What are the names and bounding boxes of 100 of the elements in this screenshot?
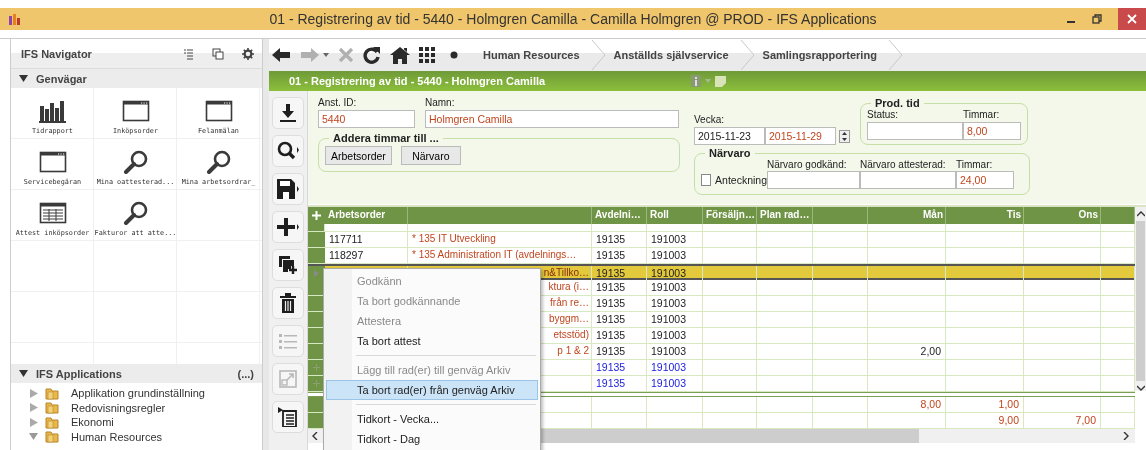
windows-icon[interactable] (212, 47, 224, 60)
column-header[interactable]: Avdelni… (592, 207, 647, 224)
hours-field[interactable]: 8,00 (963, 122, 1021, 140)
menu-item[interactable]: Ta bort rad(er) från genväg Arkiv (326, 380, 538, 400)
column-header[interactable]: Tis (946, 207, 1024, 224)
column-header[interactable]: Roll (647, 207, 703, 224)
collapse-icon[interactable] (19, 369, 28, 378)
checkbox-label: Anteckning (715, 174, 767, 186)
table-window-icon (38, 201, 67, 225)
date-field[interactable]: 2015-11-29 (765, 127, 836, 145)
table-cell: 191003 (647, 280, 703, 295)
column-header[interactable]: Ons (1024, 207, 1101, 224)
attested-field[interactable] (860, 171, 956, 189)
expand-icon[interactable] (29, 388, 39, 398)
table-cell: 118297 (325, 248, 408, 263)
table-cell: 191003 (647, 328, 703, 343)
section-title: Genvägar (36, 72, 87, 85)
table-cell: 19135 (592, 376, 647, 391)
column-header[interactable]: Försäljn… (703, 207, 757, 224)
dot-icon[interactable] (450, 51, 458, 59)
note-icon[interactable] (715, 75, 726, 87)
column-header[interactable]: Arbetsorder (325, 207, 408, 224)
restore-icon[interactable] (1092, 14, 1102, 24)
column-header[interactable]: Plan rad… (757, 207, 813, 224)
tree-item[interactable]: Ekonomi (29, 415, 262, 430)
close-icon (1127, 14, 1137, 24)
add-hours-button[interactable]: Närvaro (400, 146, 461, 165)
add-row-icon[interactable] (312, 211, 321, 220)
scroll-left-icon[interactable] (312, 432, 318, 440)
date-field[interactable]: 2015-11-23 (694, 127, 765, 145)
status-field[interactable] (867, 122, 963, 140)
expand-icon[interactable] (29, 417, 39, 427)
scroll-up-icon[interactable] (1136, 211, 1145, 217)
bar-chart-icon (38, 99, 67, 123)
refresh-icon[interactable] (363, 46, 381, 64)
table-cell: 191003 (647, 376, 703, 391)
folder-icon (45, 386, 59, 400)
details-icon (278, 407, 298, 427)
spinner-icon[interactable] (839, 129, 850, 143)
approved-field[interactable] (767, 171, 860, 189)
toolbar-button[interactable] (272, 249, 304, 281)
employee-id-field[interactable]: 5440 (318, 110, 415, 128)
toolbar-button[interactable] (272, 97, 304, 129)
toolbar-button[interactable] (272, 135, 304, 167)
vertical-scrollbar[interactable] (1135, 207, 1146, 391)
tree-item[interactable]: Human Resources (29, 429, 262, 444)
search-icon (121, 150, 150, 174)
close-button[interactable] (1118, 8, 1146, 30)
info-icon[interactable] (691, 75, 701, 87)
table-cell: 191003 (647, 248, 703, 263)
table-cell: 19135 (592, 296, 647, 311)
section-header[interactable]: Genvägar (11, 69, 262, 88)
settings-icon[interactable] (242, 47, 254, 60)
grid-icon[interactable] (419, 47, 435, 63)
dropdown-icon[interactable] (323, 53, 329, 57)
more-link[interactable]: (...) (237, 367, 254, 380)
toolbar-button[interactable] (272, 287, 304, 319)
plus-icon (277, 217, 299, 237)
scroll-down-icon[interactable] (1136, 385, 1145, 391)
column-header[interactable]: Mån (868, 207, 946, 224)
window-icon (38, 150, 67, 174)
search-icon (204, 150, 233, 174)
breadcrumb[interactable]: Human Resources (475, 49, 592, 61)
table-row[interactable]: 117711 * 135 IT Utveckling 19135 191003 (308, 232, 1135, 248)
table-cell: 191003 (647, 232, 703, 247)
collapse-icon[interactable] (19, 74, 28, 83)
list-icon[interactable] (182, 47, 194, 60)
total-cell: 8,00 (868, 397, 946, 412)
home-icon[interactable] (390, 46, 410, 64)
field-label: Timmar: (956, 159, 994, 170)
toolbar-button[interactable] (272, 173, 304, 205)
search-icon (277, 141, 299, 161)
table-cell: * 135 Administration IT (avdelnings… (408, 248, 592, 263)
tree-item[interactable]: Applikation grundinställning (29, 386, 262, 401)
menu-item[interactable]: Tidkort - Vecka... (326, 409, 538, 429)
section-header[interactable]: IFS Applications (...) (11, 364, 262, 383)
breadcrumb[interactable]: Samlingsrapportering (754, 49, 889, 61)
toolbar-button[interactable] (272, 401, 304, 433)
add-hours-button[interactable]: Arbetsorder (325, 146, 392, 165)
tree-item[interactable]: Redovisningsregler (29, 400, 262, 415)
expand-icon[interactable] (29, 403, 39, 413)
scroll-right-icon[interactable] (1123, 432, 1129, 440)
total-cell: 1,00 (946, 397, 1024, 412)
table-cell: 191003 (647, 344, 703, 359)
row-header[interactable] (308, 266, 325, 280)
menu-item[interactable]: Tidkort - Dag (326, 429, 538, 449)
hours-field[interactable]: 24,00 (956, 171, 1014, 189)
table-cell: 19135 (592, 328, 647, 343)
table-cell: 117711 (325, 232, 408, 247)
window-icon (121, 99, 150, 123)
duplicate-icon (278, 255, 298, 275)
breadcrumb[interactable]: Anställds självservice (605, 49, 741, 61)
expand-icon (279, 370, 297, 388)
trash-icon (280, 293, 296, 313)
window-title: 01 - Registrering av tid - 5440 - Holmgren Camilla - Camilla Holmgren @ PROD - IFS Applications (269, 11, 877, 27)
checkbox[interactable] (701, 174, 712, 186)
back-icon[interactable] (271, 47, 291, 63)
name-field[interactable]: Holmgren Camilla (425, 110, 679, 128)
toolbar-button[interactable] (272, 211, 304, 243)
group-title: Prod. tid (874, 97, 921, 109)
